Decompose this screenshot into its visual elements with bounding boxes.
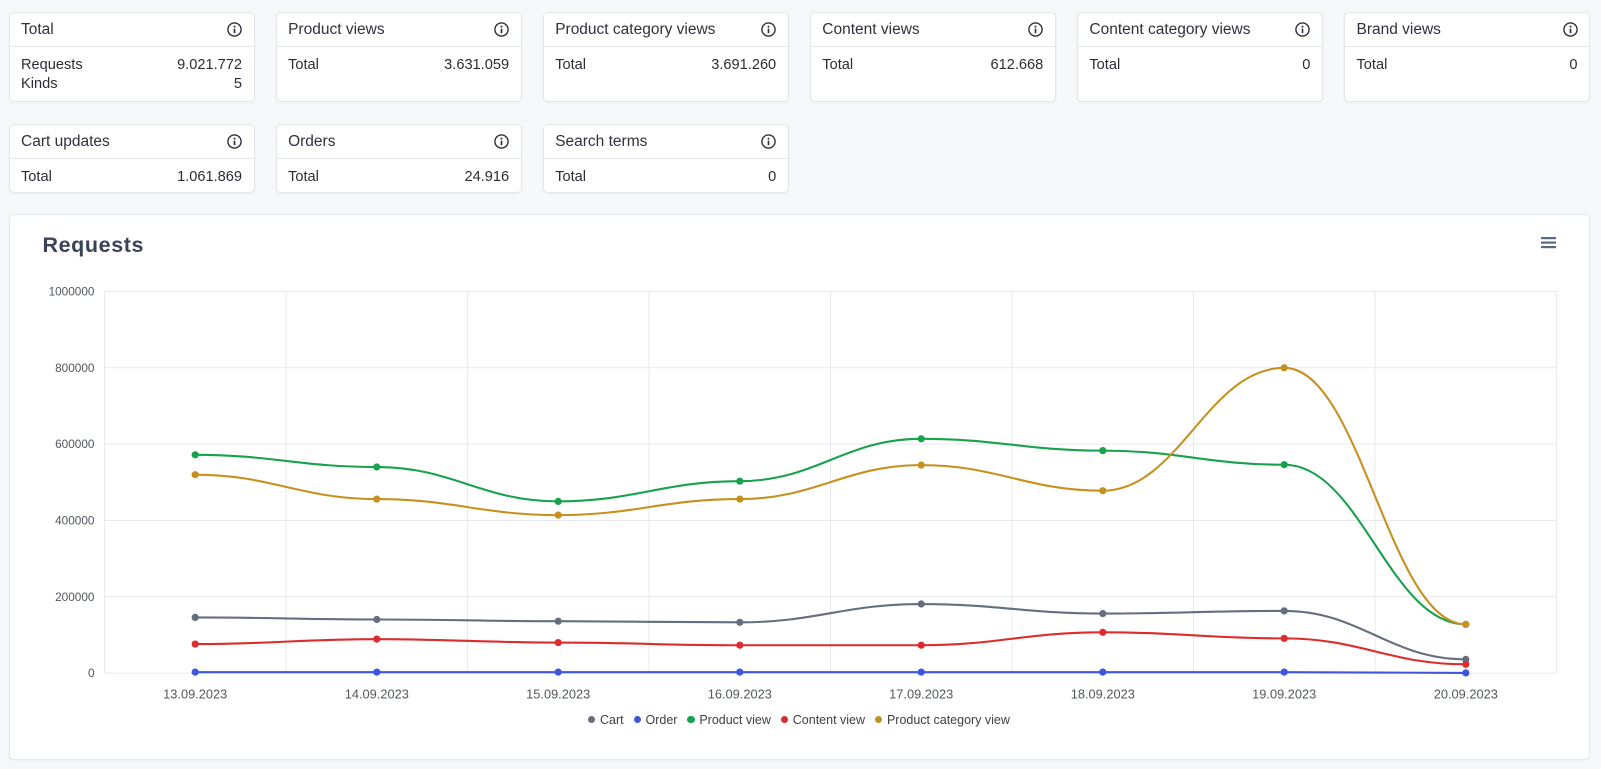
svg-text:17.09.2023: 17.09.2023 [889,686,953,701]
svg-text:18.09.2023: 18.09.2023 [1070,686,1134,701]
svg-text:15.09.2023: 15.09.2023 [526,686,590,701]
svg-text:800000: 800000 [55,360,95,374]
svg-text:1000000: 1000000 [48,284,94,298]
svg-text:16.09.2023: 16.09.2023 [707,686,771,701]
svg-text:600000: 600000 [55,437,95,451]
svg-text:13.09.2023: 13.09.2023 [163,686,227,701]
svg-text:400000: 400000 [55,513,95,527]
svg-text:200000: 200000 [55,589,95,603]
svg-text:20.09.2023: 20.09.2023 [1433,686,1497,701]
svg-text:14.09.2023: 14.09.2023 [344,686,408,701]
svg-text:0: 0 [87,666,94,680]
svg-text:19.09.2023: 19.09.2023 [1252,686,1316,701]
